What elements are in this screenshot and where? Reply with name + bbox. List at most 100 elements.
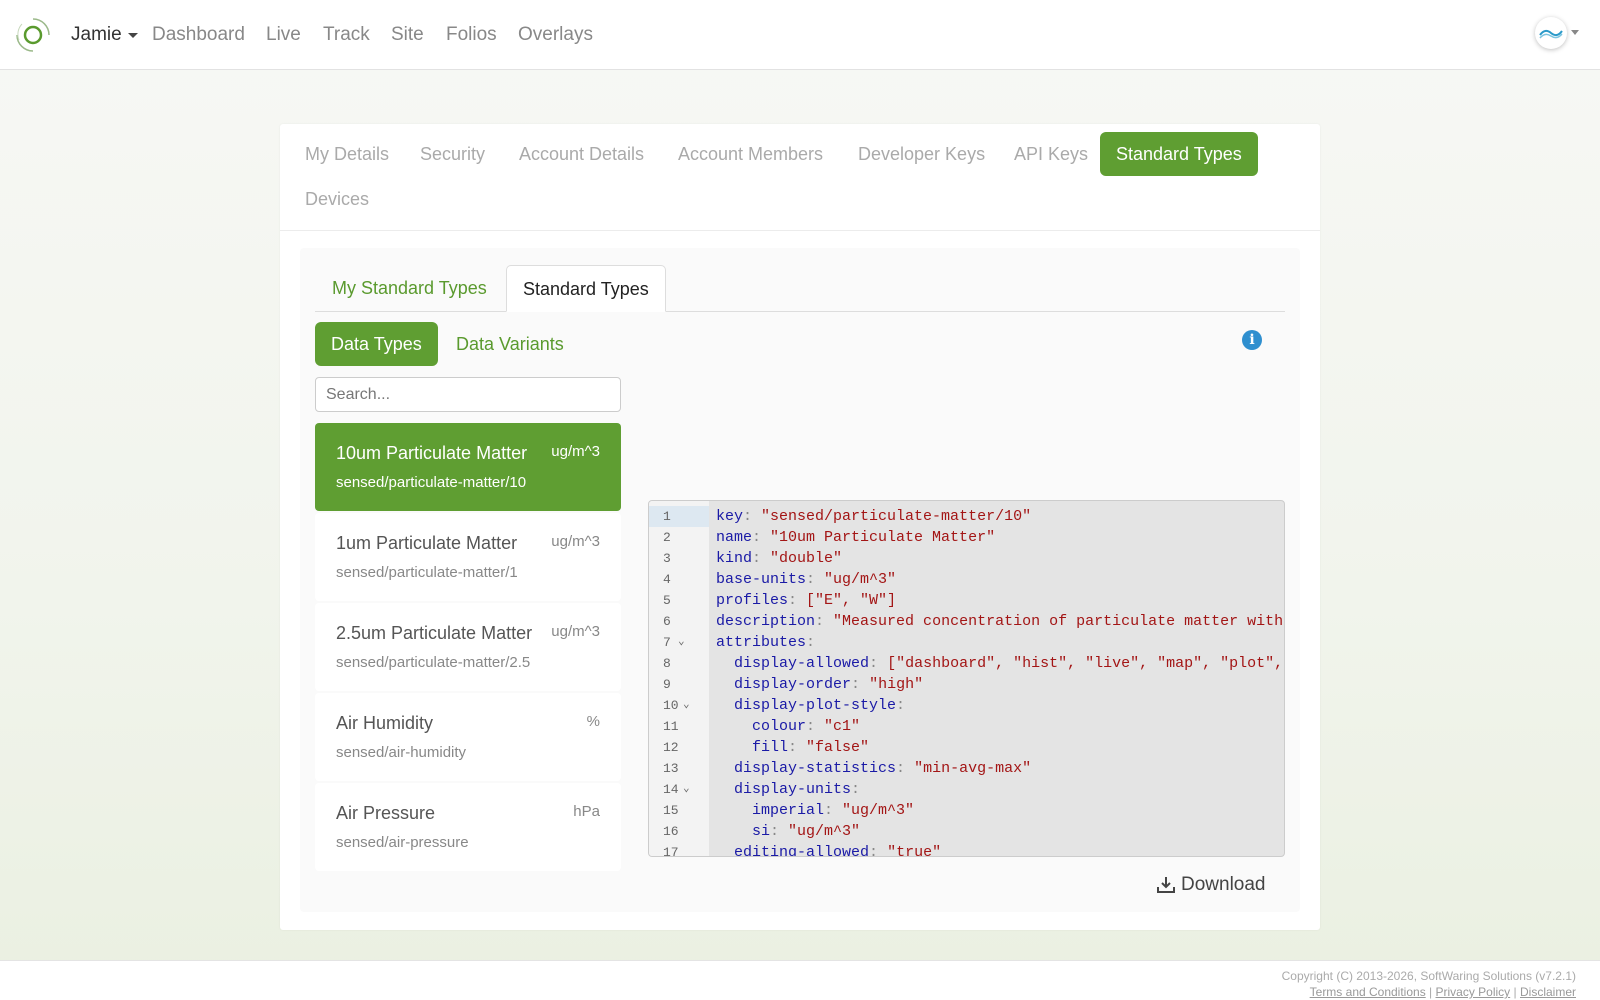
line-number: 12: [663, 740, 679, 755]
tab-devices[interactable]: Devices: [289, 177, 385, 221]
line-number: 9: [663, 677, 671, 692]
list-item[interactable]: 10um Particulate Matter ug/m^3 sensed/pa…: [315, 423, 621, 511]
code-line: 13 display-statistics: "min-avg-max": [649, 758, 1284, 779]
list-item[interactable]: 2.5um Particulate Matter ug/m^3 sensed/p…: [315, 603, 621, 691]
line-number: 1: [649, 506, 709, 527]
yaml-key: display-units: [734, 781, 852, 798]
privacy-link[interactable]: Privacy Policy: [1436, 985, 1511, 999]
code-content: editing-allowed: "true": [716, 842, 942, 857]
tab-account-members[interactable]: Account Members: [662, 132, 839, 176]
list-item[interactable]: Air Humidity % sensed/air-humidity: [315, 693, 621, 781]
code-content: si: "ug/m^3": [716, 821, 860, 842]
data-type-name: Air Humidity: [336, 713, 434, 733]
fold-chevron-icon[interactable]: ⌄: [678, 632, 685, 653]
code-content: base-units: "ug/m^3": [716, 569, 896, 590]
code-content: display-allowed: ["dashboard", "hist", "…: [716, 653, 1283, 674]
subtab-standard-types[interactable]: Standard Types: [506, 265, 666, 312]
list-item[interactable]: Air Pressure hPa sensed/air-pressure: [315, 783, 621, 871]
line-number: 16: [663, 824, 679, 839]
user-name: Jamie: [71, 24, 122, 45]
data-type-unit: ug/m^3: [551, 533, 600, 550]
data-type-name: 1um Particulate Matter: [336, 533, 518, 553]
tab-api-keys[interactable]: API Keys: [998, 132, 1104, 176]
data-type-key: sensed/particulate-matter/10: [336, 474, 527, 491]
code-line: 6 description: "Measured concentration of…: [649, 611, 1284, 632]
yaml-colon: :: [806, 571, 825, 588]
code-content: imperial: "ug/m^3": [716, 800, 914, 821]
tab-my-details[interactable]: My Details: [289, 132, 405, 176]
wave-avatar-icon: [1539, 29, 1563, 39]
disclaimer-link[interactable]: Disclaimer: [1520, 985, 1576, 999]
yaml-colon: :: [896, 760, 915, 777]
yaml-key: si: [752, 823, 771, 840]
subtab-my-standard-types[interactable]: My Standard Types: [316, 265, 503, 312]
nav-site[interactable]: Site: [391, 24, 424, 46]
list-item[interactable]: 1um Particulate Matter ug/m^3 sensed/par…: [315, 513, 621, 601]
search-input[interactable]: [315, 377, 621, 412]
data-variants-button[interactable]: Data Variants: [440, 322, 580, 366]
yaml-value: "ug/m^3": [842, 802, 915, 819]
data-type-key: sensed/particulate-matter/2.5: [336, 654, 531, 671]
yaml-value: ["E", "W"]: [806, 592, 897, 609]
yaml-value: "c1": [824, 718, 861, 735]
yaml-colon: :: [788, 592, 807, 609]
nav-live[interactable]: Live: [266, 24, 301, 46]
code-line: 10 ⌄ display-plot-style:: [649, 695, 1284, 716]
yaml-key: imperial: [752, 802, 825, 819]
nav-overlays[interactable]: Overlays: [518, 24, 593, 46]
yaml-key: name: [716, 529, 753, 546]
yaml-key: editing-allowed: [734, 844, 870, 857]
line-number: 5: [663, 593, 671, 608]
nav-dashboard[interactable]: Dashboard: [152, 24, 245, 46]
download-button[interactable]: Download: [1157, 874, 1266, 896]
nav-track[interactable]: Track: [323, 24, 370, 46]
avatar[interactable]: [1535, 17, 1567, 49]
yaml-key: fill: [752, 739, 789, 756]
yaml-colon: :: [788, 739, 807, 756]
code-content: display-units:: [716, 779, 869, 800]
settings-tabs: My Details Security Account Details Acco…: [280, 124, 1320, 231]
data-type-key: sensed/air-pressure: [336, 834, 469, 851]
code-line: 16 si: "ug/m^3": [649, 821, 1284, 842]
yaml-colon: :: [752, 550, 771, 567]
line-number: 17: [663, 845, 679, 857]
data-type-unit: hPa: [573, 803, 600, 820]
tab-account-details[interactable]: Account Details: [503, 132, 660, 176]
line-number: 3: [663, 551, 671, 566]
data-types-button[interactable]: Data Types: [315, 322, 438, 366]
ring-logo-icon[interactable]: [14, 16, 52, 54]
code-line: 11 colour: "c1": [649, 716, 1284, 737]
yaml-code-editor[interactable]: 1 key: "sensed/particulate-matter/10" 2 nam…: [648, 500, 1285, 857]
code-line: 9 display-order: "high": [649, 674, 1284, 695]
settings-card: My Details Security Account Details Acco…: [280, 124, 1320, 930]
avatar-chevron-down-icon[interactable]: [1571, 30, 1579, 35]
yaml-key: display-statistics: [734, 760, 897, 777]
yaml-value: "high": [869, 676, 924, 693]
tab-security[interactable]: Security: [404, 132, 501, 176]
line-number: 13: [663, 761, 679, 776]
code-content: key: "sensed/particulate-matter/10": [716, 506, 1031, 527]
yaml-colon: :: [743, 508, 762, 525]
yaml-key: display-order: [734, 676, 852, 693]
tab-developer-keys[interactable]: Developer Keys: [842, 132, 1001, 176]
yaml-key: display-plot-style: [734, 697, 897, 714]
tab-standard-types[interactable]: Standard Types: [1100, 132, 1258, 176]
yaml-value: "true": [887, 844, 942, 857]
fold-chevron-icon[interactable]: ⌄: [683, 695, 690, 716]
yaml-colon: :: [815, 613, 834, 630]
info-icon[interactable]: i: [1242, 330, 1262, 350]
data-type-unit: %: [586, 713, 600, 730]
yaml-key: display-allowed: [734, 655, 870, 672]
user-menu[interactable]: Jamie: [71, 24, 138, 46]
data-type-unit: ug/m^3: [551, 623, 600, 640]
code-line: 12 fill: "false": [649, 737, 1284, 758]
fold-chevron-icon[interactable]: ⌄: [683, 779, 690, 800]
nav-folios[interactable]: Folios: [446, 24, 497, 46]
yaml-colon: :: [752, 529, 771, 546]
terms-link[interactable]: Terms and Conditions: [1310, 985, 1426, 999]
